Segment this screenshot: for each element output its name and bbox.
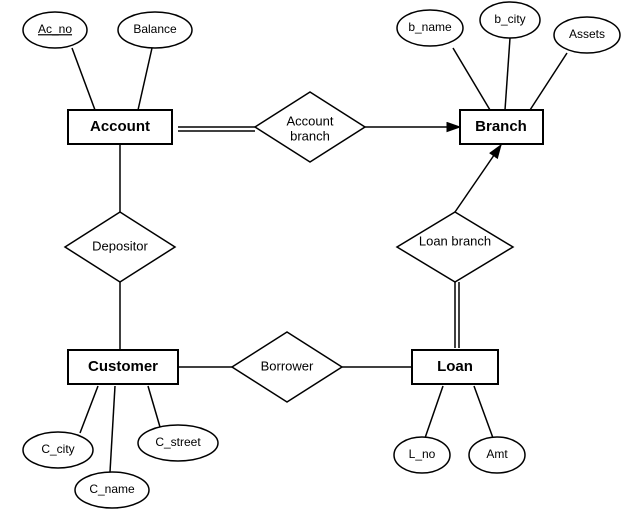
attr-amt-label: Amt: [486, 447, 508, 461]
entity-branch-label: Branch: [475, 118, 527, 135]
attr-bcity-label: b_city: [494, 12, 525, 26]
rel-depositor-label: Depositor: [92, 238, 148, 253]
entity-loan-label: Loan: [437, 358, 473, 375]
attr-lno-label: L_no: [409, 447, 436, 461]
line-acno-account: [72, 48, 95, 110]
entity-account-label: Account: [90, 118, 150, 135]
rel-account-branch-label2: branch: [290, 128, 330, 143]
attr-bname-label: b_name: [408, 20, 452, 34]
line-loanbranch-branch: [455, 145, 501, 212]
line-bname-branch: [453, 48, 490, 110]
attr-cname-label: C_name: [89, 482, 135, 496]
entity-customer-label: Customer: [88, 358, 158, 375]
line-cstreet-customer: [148, 386, 160, 427]
er-diagram: Account branch Depositor Loan branch Bor…: [0, 0, 633, 513]
rel-account-branch-label: Account: [287, 113, 334, 128]
rel-loan-branch-label: Loan branch: [419, 233, 491, 248]
attr-acno-label: Ac_no: [38, 22, 72, 36]
line-ccity-customer: [80, 386, 98, 433]
line-lno-loan: [425, 386, 443, 438]
line-assets-branch: [530, 53, 567, 110]
line-balance-account: [138, 48, 152, 110]
line-bcity-branch: [505, 38, 510, 110]
line-cname-customer: [110, 386, 115, 472]
rel-borrower-label: Borrower: [261, 358, 314, 373]
attr-cstreet-label: C_street: [155, 435, 201, 449]
line-amt-loan: [474, 386, 493, 438]
attr-ccity-label: C_city: [41, 442, 74, 456]
attr-balance-label: Balance: [133, 22, 177, 36]
attr-assets-label: Assets: [569, 27, 605, 41]
